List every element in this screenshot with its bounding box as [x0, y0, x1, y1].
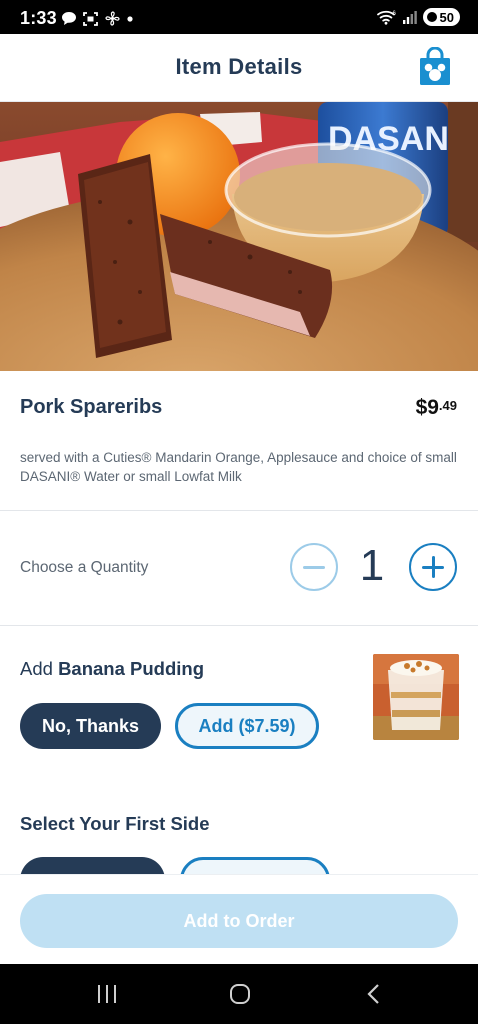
quantity-value: 1 [359, 541, 385, 590]
item-description: served with a Cuties® Mandarin Orange, A… [20, 450, 457, 484]
divider [0, 510, 478, 511]
banana-pudding-image [373, 654, 459, 740]
quantity-label: Choose a Quantity [20, 559, 149, 576]
signal-icon [402, 10, 417, 24]
recents-icon [98, 985, 116, 1003]
quantity-decrease-button[interactable] [290, 543, 338, 591]
side-section-title: Select Your First Side [20, 813, 210, 834]
divider [0, 625, 478, 626]
status-bar: 1:33 6 50 [0, 0, 478, 34]
back-icon [367, 984, 379, 1004]
svg-text:6: 6 [392, 11, 396, 17]
status-icons-left [62, 11, 133, 26]
pork-spareribs-photo: DASANI [0, 102, 478, 371]
screenshot-icon [83, 11, 98, 26]
add-addon-button[interactable]: Add ($7.59) [175, 703, 319, 749]
mickey-shopping-bag-icon [420, 46, 450, 85]
battery-level: 50 [439, 9, 454, 25]
home-icon [230, 984, 250, 1004]
shopping-bag-button[interactable] [418, 46, 452, 87]
fan-icon [105, 11, 120, 26]
minus-icon [303, 565, 325, 569]
quantity-increase-button[interactable] [409, 543, 457, 591]
recents-button[interactable] [92, 980, 122, 1008]
item-price: $9.49 [416, 396, 457, 420]
wifi-icon: 6 [376, 10, 396, 25]
item-name: Pork Spareribs [20, 396, 163, 418]
home-button[interactable] [225, 980, 255, 1008]
price-cents: .49 [438, 398, 457, 413]
page-title: Item Details [175, 54, 303, 79]
status-icons-right: 6 50 [376, 8, 460, 26]
item-image: DASANI [0, 102, 478, 371]
app-header: Item Details [0, 34, 478, 102]
addon-title: Add Banana Pudding [20, 658, 205, 679]
add-to-order-button[interactable]: Add to Order [20, 894, 458, 948]
dot-icon [127, 15, 133, 22]
system-nav-bar [0, 964, 478, 1024]
bottom-action-bar: Add to Order [0, 874, 478, 964]
back-button[interactable] [358, 980, 388, 1008]
charging-icon [426, 12, 437, 22]
status-time: 1:33 [20, 8, 57, 28]
price-dollars: $9 [415, 396, 439, 419]
battery-icon: 50 [422, 8, 460, 26]
no-thanks-button[interactable]: No, Thanks [20, 703, 161, 749]
chat-icon [62, 12, 76, 25]
addon-name: Banana Pudding [58, 658, 205, 679]
